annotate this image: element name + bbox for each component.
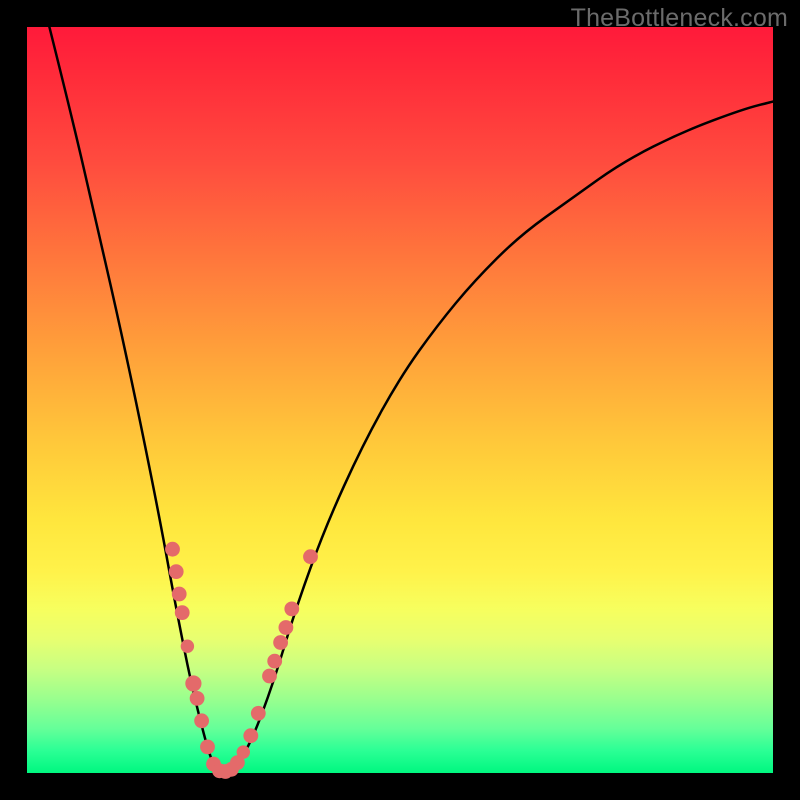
data-marker [185,675,201,691]
data-marker [175,605,190,620]
data-marker [243,728,258,743]
plot-area [27,27,773,773]
data-marker [165,542,180,557]
data-marker [237,745,250,758]
data-marker [273,635,288,650]
data-marker [267,654,282,669]
data-marker [181,640,194,653]
data-marker [190,691,205,706]
data-marker [200,740,215,755]
data-marker [279,620,294,635]
data-marker [172,587,187,602]
bottleneck-curve [27,27,773,773]
data-marker [169,564,184,579]
data-marker [194,713,209,728]
watermark-text: TheBottleneck.com [571,4,788,33]
data-marker [262,669,277,684]
chart-frame: TheBottleneck.com [0,0,800,800]
data-marker [251,706,266,721]
data-marker [284,602,299,617]
data-marker [303,549,318,564]
